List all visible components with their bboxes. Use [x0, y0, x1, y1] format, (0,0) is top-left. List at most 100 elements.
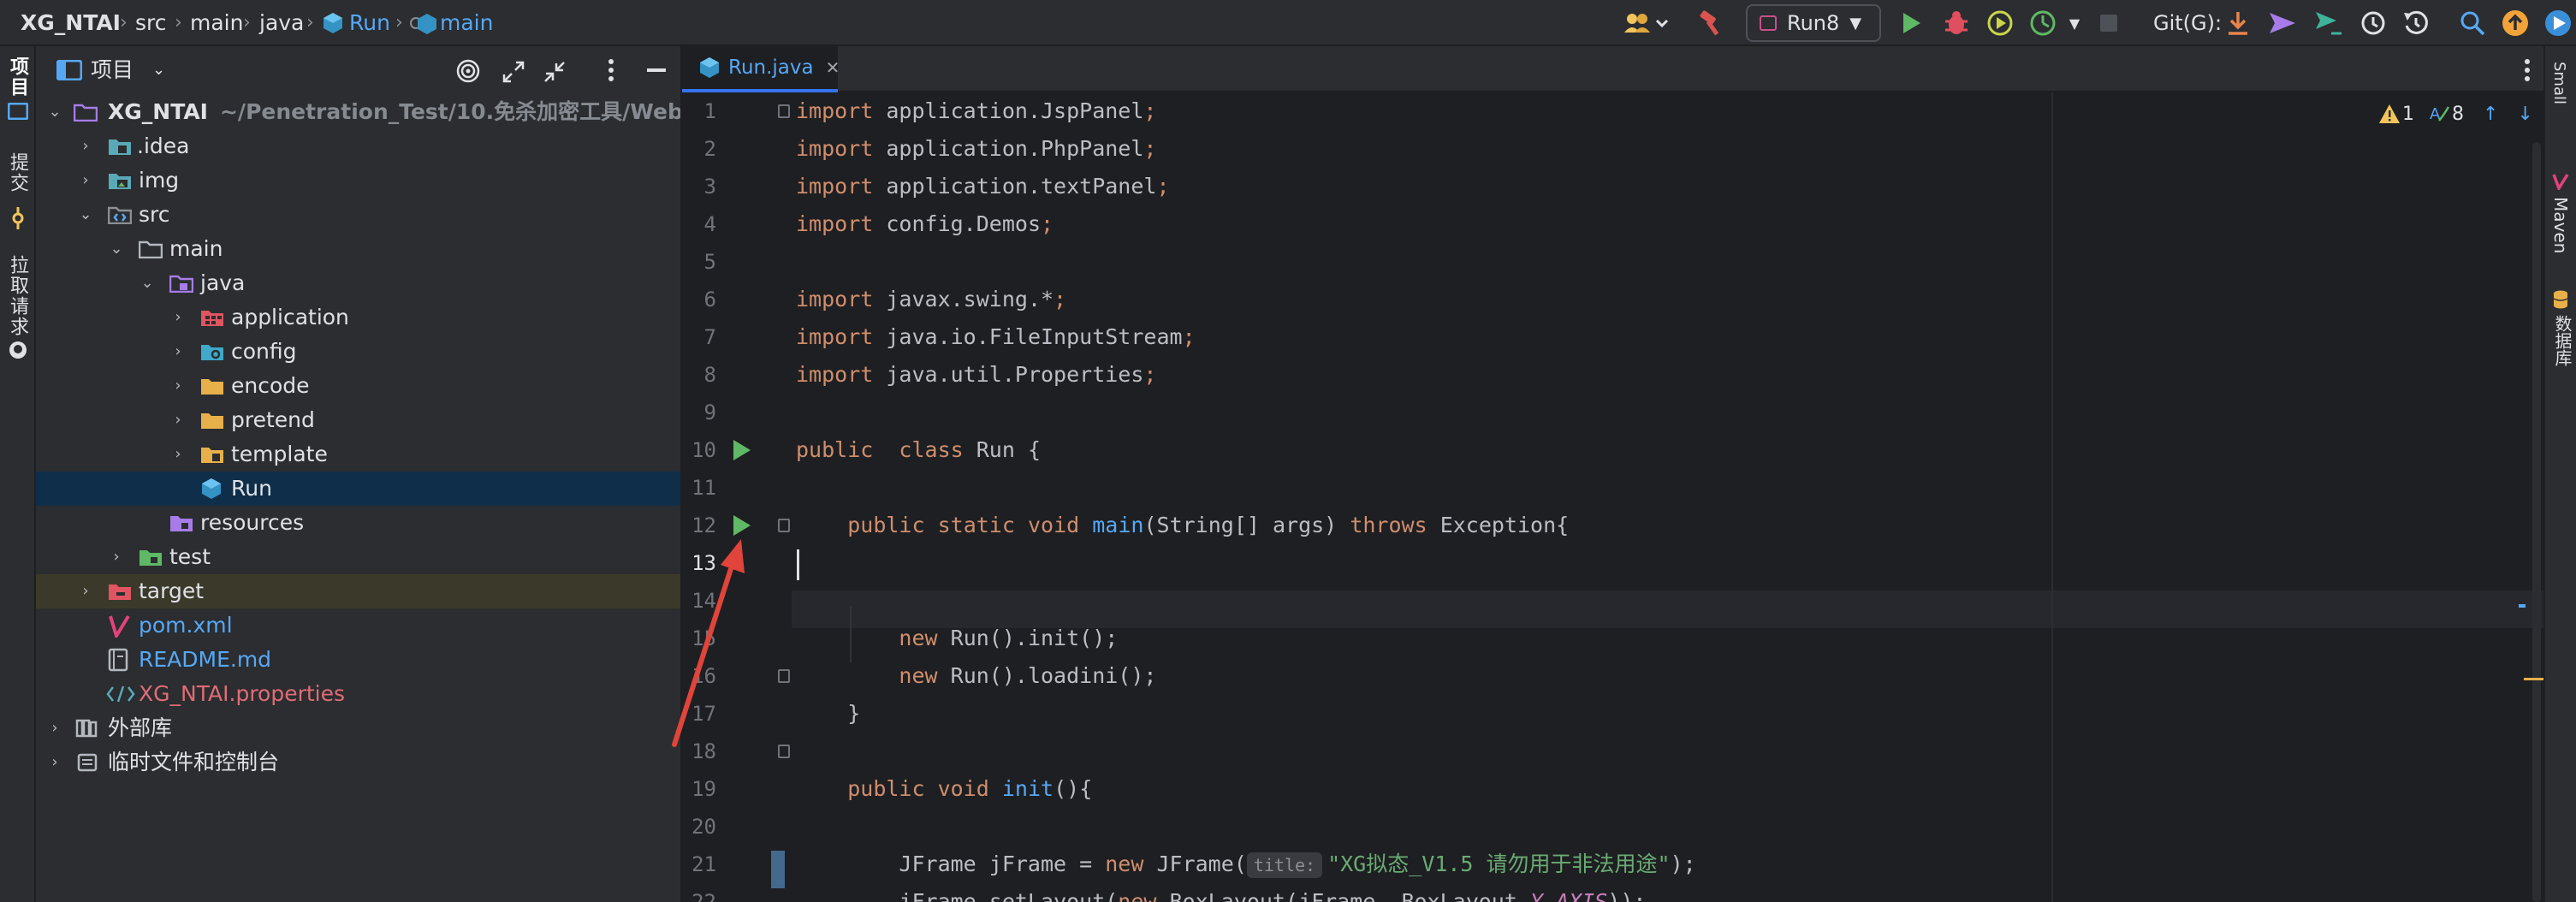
breadcrumb-java[interactable]: java [259, 0, 304, 46]
breadcrumb-project[interactable]: XG_NTAI [21, 0, 121, 46]
inspection-widget[interactable]: 1 A 8 ↑ ↓ [2378, 101, 2533, 127]
tree-row-pom[interactable]: pom.xml [36, 608, 680, 643]
fold-method-icon[interactable] [778, 745, 790, 758]
code-line-10[interactable]: public class Run { [796, 431, 1041, 469]
breadcrumb-run[interactable]: Run [349, 0, 390, 46]
chevron-down-icon[interactable]: ⌄ [45, 95, 65, 129]
tree-row-resources[interactable]: resources [36, 506, 680, 540]
chevron-right-icon[interactable]: › [106, 540, 127, 574]
chevron-right-icon[interactable]: › [168, 403, 188, 437]
code-line-12[interactable]: public static void main(String[] args) t… [796, 507, 1569, 544]
run-main-gutter-icon[interactable] [733, 515, 751, 536]
breadcrumb-method[interactable]: main [440, 0, 493, 46]
maven-tool-tab[interactable]: Maven [2550, 197, 2571, 253]
github-icon[interactable] [9, 341, 27, 359]
tree-row-template[interactable]: › template [36, 437, 680, 472]
tree-row-pretend[interactable]: › pretend [36, 403, 680, 437]
git-commit-icon[interactable] [2268, 8, 2297, 39]
code-line-4[interactable]: import config.Demos; [796, 205, 1054, 243]
code-line-15[interactable]: new Run().loadini(); [796, 657, 1156, 695]
select-opened-file-icon[interactable] [455, 58, 481, 84]
editor-options-kebab-icon[interactable] [2524, 58, 2531, 82]
tree-row-application[interactable]: › application [36, 300, 680, 335]
tree-row-java[interactable]: ⌄ java [36, 266, 680, 300]
stop-icon[interactable] [2098, 8, 2119, 39]
tree-row-target[interactable]: › target [36, 574, 680, 608]
small-tool-tab[interactable]: Small [2550, 62, 2568, 104]
fold-imports-icon[interactable] [778, 104, 790, 118]
tree-row-readme[interactable]: README.md [36, 643, 680, 677]
code-line-3[interactable]: import application.textPanel; [796, 168, 1170, 205]
chevron-right-icon[interactable]: › [75, 574, 96, 608]
next-problem-icon[interactable]: ↓ [2517, 104, 2532, 125]
code-line-16[interactable]: } [796, 695, 860, 733]
tree-row-img[interactable]: › img [36, 163, 680, 198]
run-icon[interactable] [1898, 8, 1924, 39]
chevron-right-icon[interactable]: › [168, 437, 188, 472]
profiler-icon[interactable] [2028, 8, 2057, 39]
chevron-down-icon[interactable]: ⌄ [106, 232, 127, 266]
caret-stripe-marker[interactable] [2524, 678, 2543, 680]
run-class-gutter-icon[interactable] [733, 440, 751, 460]
tree-row-external-libraries[interactable]: › 外部库 [36, 711, 680, 745]
chevron-right-icon[interactable]: › [45, 711, 65, 745]
code-line-20[interactable]: JFrame jFrame = new JFrame(title: "XG拟态_V… [796, 846, 1696, 883]
chevron-down-icon[interactable]: ⌄ [75, 198, 96, 232]
breadcrumb-main[interactable]: main [190, 0, 243, 46]
debug-bug-icon[interactable] [1943, 8, 1970, 39]
options-kebab-icon[interactable] [608, 58, 614, 82]
editor-tab-run-java[interactable]: Run.java ✕ [682, 46, 840, 92]
project-tool-tab[interactable]: 项目 [3, 56, 31, 98]
collapse-all-icon[interactable] [543, 60, 567, 84]
tree-row-encode[interactable]: › encode [36, 369, 680, 403]
chevron-right-icon[interactable]: › [168, 369, 188, 403]
fold-method-icon[interactable] [778, 519, 790, 532]
tree-row-idea[interactable]: › .idea [36, 129, 680, 163]
code-line-21[interactable]: jFrame.setLayout(new BoxLayout(jFrame, B… [796, 883, 1646, 902]
database-tool-tab[interactable]: 数据库 [2550, 315, 2575, 366]
tree-row-properties[interactable]: XG_NTAI.properties [36, 677, 680, 711]
code-line-2[interactable]: import application.PhpPanel; [796, 130, 1156, 168]
git-push-icon[interactable] [2314, 8, 2343, 39]
editor-scrollbar[interactable] [2532, 142, 2541, 902]
fold-end-icon[interactable] [778, 669, 790, 683]
database-icon[interactable] [2552, 289, 2569, 310]
run-with-coverage-icon[interactable] [1985, 8, 2015, 39]
ai-assistant-icon[interactable] [2543, 8, 2573, 39]
project-panel-title[interactable]: 项目 [91, 46, 134, 94]
code-line-8[interactable]: import java.util.Properties; [796, 356, 1156, 394]
pull-requests-tool-tab[interactable]: 拉取请求 [3, 255, 31, 337]
tree-row-run[interactable]: Run [36, 472, 680, 506]
code-line-1[interactable]: import application.JspPanel; [796, 92, 1156, 130]
close-icon[interactable]: ✕ [826, 57, 840, 78]
code-with-me-icon[interactable] [1623, 8, 1669, 39]
more-run-options-chevron-icon[interactable]: ▼ [2066, 8, 2083, 39]
tree-row-test[interactable]: › test [36, 540, 680, 574]
error-stripe-marker[interactable] [2519, 604, 2526, 608]
chevron-down-icon[interactable]: ⌄ [137, 266, 157, 300]
chevron-right-icon[interactable]: › [45, 745, 65, 780]
tree-row-project-root[interactable]: ⌄ XG_NTAI ~/Penetration_Test/10.免杀加密工具/We… [36, 95, 680, 129]
chevron-right-icon[interactable]: › [75, 163, 96, 198]
commit-icon[interactable] [9, 207, 27, 229]
maven-icon[interactable] [2552, 173, 2569, 190]
git-update-icon[interactable] [2225, 8, 2251, 39]
history-icon[interactable] [2359, 8, 2388, 39]
commit-tool-tab[interactable]: 提交 [3, 152, 31, 193]
chevron-right-icon[interactable]: › [168, 300, 188, 335]
run-configuration-selector[interactable]: Run8 ▼ [1746, 4, 1881, 42]
expand-all-icon[interactable] [502, 60, 525, 84]
tree-row-src[interactable]: ⌄ src [36, 198, 680, 232]
code-line-6[interactable]: import javax.swing.*; [796, 281, 1066, 318]
chevron-right-icon[interactable]: › [168, 335, 188, 369]
breadcrumb-src[interactable]: src [135, 0, 167, 46]
updates-icon[interactable] [2501, 8, 2530, 39]
previous-problem-icon[interactable]: ↑ [2483, 104, 2498, 125]
code-line-14[interactable]: new Run().init(); [796, 620, 1118, 657]
rollback-icon[interactable] [2401, 8, 2431, 39]
tree-row-main[interactable]: ⌄ main [36, 232, 680, 266]
search-icon[interactable] [2458, 8, 2487, 39]
vcs-change-marker[interactable] [771, 851, 785, 888]
project-tool-icon[interactable] [8, 103, 28, 120]
tree-row-config[interactable]: › config [36, 335, 680, 369]
